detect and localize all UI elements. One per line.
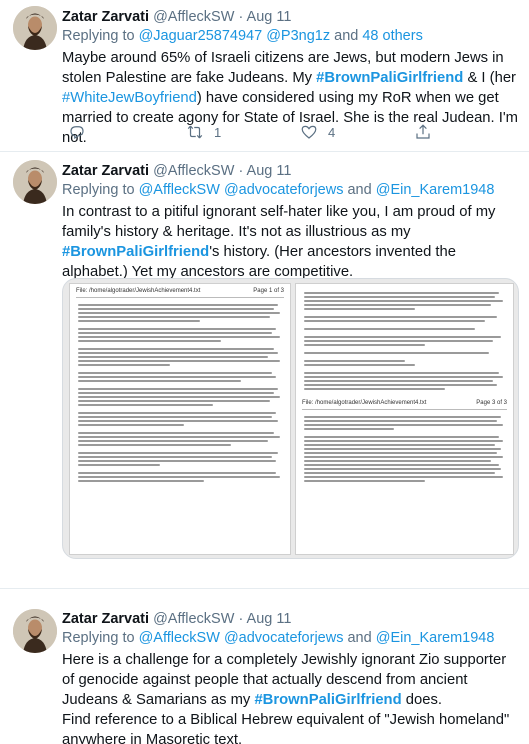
reply-others-link[interactable]: 48 others	[362, 28, 422, 44]
document-page-number: Page 1 of 3	[253, 288, 284, 294]
author-name[interactable]: Zatar Zarvati	[62, 163, 149, 179]
author-handle[interactable]: @AffleckSW	[153, 9, 234, 25]
tweet-1[interactable]: Zatar Zarvati @AffleckSW · Aug 11 Replyi…	[0, 0, 529, 152]
tweet-text: In contrast to a pitiful ignorant self-h…	[62, 202, 519, 282]
text-segment: & I (her	[463, 70, 516, 86]
separator: ·	[238, 163, 244, 179]
reply-user-link[interactable]: @P3ng1z	[266, 28, 330, 44]
document-page-number: Page 3 of 3	[476, 400, 507, 406]
document-header: File: /home/algotrader/JewishAchievement…	[302, 400, 507, 410]
tweet-2[interactable]: Zatar Zarvati @AffleckSW · Aug 11 Replyi…	[0, 152, 529, 589]
reply-context: Replying to @AffleckSW @advocateforjews …	[62, 181, 519, 200]
tweet-text-line: Find reference to a Biblical Hebrew equi…	[62, 712, 510, 744]
text-segment: does.	[401, 692, 442, 708]
retweet-count: 1	[214, 124, 222, 140]
hashtag-link[interactable]: #WhiteJewBoyfriend	[62, 90, 197, 106]
reply-context: Replying to @AffleckSW @advocateforjews …	[62, 629, 519, 648]
reply-prefix: Replying to	[62, 630, 135, 646]
tweet-date[interactable]: Aug 11	[247, 163, 292, 179]
reply-user-link[interactable]: @Ein_Karem1948	[376, 630, 495, 646]
document-title: File: /home/algotrader/JewishAchievement…	[76, 288, 201, 294]
like-button[interactable]: 4	[300, 123, 335, 141]
tweet-date[interactable]: Aug 11	[247, 9, 292, 25]
document-header: File: /home/algotrader/JewishAchievement…	[76, 288, 284, 298]
tweet-header: Zatar Zarvati @AffleckSW · Aug 11	[62, 8, 519, 27]
author-name[interactable]: Zatar Zarvati	[62, 9, 149, 25]
reply-user-link[interactable]: @AffleckSW	[139, 630, 220, 646]
reply-context: Replying to @Jaguar25874947 @P3ng1z and …	[62, 27, 519, 46]
document-text	[304, 416, 505, 484]
reply-button[interactable]	[68, 123, 96, 141]
hashtag-link[interactable]: #BrownPaliGirlfriend	[62, 244, 209, 260]
reply-user-link[interactable]: @AffleckSW	[139, 182, 220, 198]
author-handle[interactable]: @AffleckSW	[153, 163, 234, 179]
share-button[interactable]	[414, 123, 432, 141]
document-text	[78, 304, 282, 484]
image-attachment[interactable]: File: /home/algotrader/JewishAchievement…	[62, 278, 519, 559]
tweet-header: Zatar Zarvati @AffleckSW · Aug 11	[62, 162, 519, 181]
separator: ·	[238, 611, 244, 627]
like-count: 4	[328, 124, 336, 140]
retweet-button[interactable]: 1	[186, 123, 221, 141]
tweet-3[interactable]: Zatar Zarvati @AffleckSW · Aug 11 Replyi…	[0, 589, 529, 744]
hashtag-link[interactable]: #BrownPaliGirlfriend	[254, 692, 401, 708]
reply-user-link[interactable]: @advocateforjews	[224, 182, 344, 198]
document-page-1: File: /home/algotrader/JewishAchievement…	[69, 283, 291, 555]
reply-prefix: Replying to	[62, 28, 135, 44]
like-icon	[301, 125, 317, 139]
document-text	[304, 292, 505, 392]
reply-user-link[interactable]: @Jaguar25874947	[139, 28, 263, 44]
author-name[interactable]: Zatar Zarvati	[62, 611, 149, 627]
avatar[interactable]	[13, 609, 57, 653]
tweet-text: Here is a challenge for a completely Jew…	[62, 650, 519, 710]
tweet-actions: 1 4	[62, 123, 462, 143]
document-title: File: /home/algotrader/JewishAchievement…	[302, 400, 427, 406]
avatar[interactable]	[13, 6, 57, 50]
reply-and: and	[334, 28, 359, 44]
reply-and: and	[347, 182, 372, 198]
hashtag-link[interactable]: #BrownPaliGirlfriend	[316, 70, 463, 86]
reply-user-link[interactable]: @Ein_Karem1948	[376, 182, 495, 198]
author-handle[interactable]: @AffleckSW	[153, 611, 234, 627]
retweet-icon	[187, 125, 203, 139]
separator: ·	[238, 9, 244, 25]
document-page-2: File: /home/algotrader/JewishAchievement…	[295, 283, 514, 555]
tweet-date[interactable]: Aug 11	[247, 611, 292, 627]
tweet-header: Zatar Zarvati @AffleckSW · Aug 11	[62, 610, 519, 629]
reply-user-link[interactable]: @advocateforjews	[224, 630, 344, 646]
reply-prefix: Replying to	[62, 182, 135, 198]
text-segment: In contrast to a pitiful ignorant self-h…	[62, 204, 496, 240]
share-icon	[416, 124, 430, 139]
reply-icon	[70, 126, 84, 140]
reply-and: and	[347, 630, 372, 646]
avatar[interactable]	[13, 160, 57, 204]
